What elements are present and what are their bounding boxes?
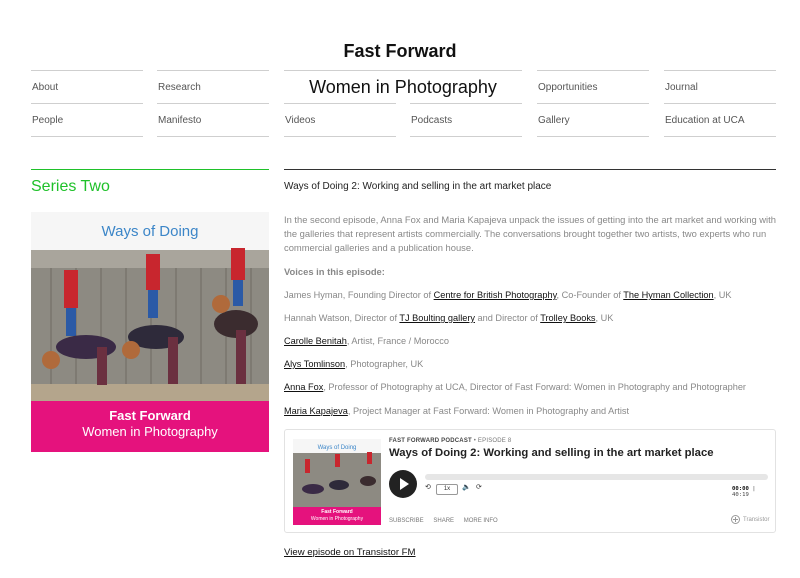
link-tj-boulting[interactable]: TJ Boulting gallery bbox=[399, 313, 475, 323]
voice-item: Carolle Benitah, Artist, France / Morocc… bbox=[284, 336, 449, 346]
podcast-name: FAST FORWARD PODCAST bbox=[389, 438, 472, 444]
nav-opportunities[interactable]: Opportunities bbox=[537, 70, 649, 104]
series-divider bbox=[31, 169, 269, 170]
nav-journal[interactable]: Journal bbox=[664, 70, 776, 104]
speed-button[interactable]: 1x bbox=[436, 484, 458, 495]
progress-bar[interactable] bbox=[425, 474, 768, 480]
play-button[interactable] bbox=[389, 470, 417, 498]
voice-text: , Professor of Photography at UCA, Direc… bbox=[323, 382, 746, 392]
link-trolley-books[interactable]: Trolley Books bbox=[540, 313, 595, 323]
series-cover-image: Ways of Doing Fast Forward Women in Phot… bbox=[31, 212, 269, 452]
player-episode-title: Ways of Doing 2: Working and selling in … bbox=[389, 447, 714, 459]
link-alys-tomlinson[interactable]: Alys Tomlinson bbox=[284, 359, 345, 369]
link-carolle-benitah[interactable]: Carolle Benitah bbox=[284, 336, 347, 346]
link-anna-fox[interactable]: Anna Fox bbox=[284, 382, 323, 392]
player-links: SUBSCRIBE SHARE MORE INFO bbox=[389, 518, 506, 524]
podcast-player: Ways of Doing Fast Forward Women in Phot… bbox=[284, 429, 776, 533]
nav-gallery[interactable]: Gallery bbox=[537, 103, 649, 137]
forward-icon[interactable]: ⟳ bbox=[476, 483, 482, 491]
cover-heading: Ways of Doing bbox=[102, 223, 199, 240]
transistor-logo-icon bbox=[731, 515, 740, 524]
voice-text: , Photographer, UK bbox=[345, 359, 424, 369]
volume-icon[interactable]: 🔈 bbox=[462, 483, 471, 491]
nav-education[interactable]: Education at UCA bbox=[664, 103, 776, 137]
episode-description: In the second episode, Anna Fox and Mari… bbox=[284, 214, 776, 254]
nav-podcasts[interactable]: Podcasts bbox=[410, 103, 522, 137]
time-total: 40:19 bbox=[732, 492, 749, 498]
cover-caption: Fast Forward Women in Photography bbox=[31, 401, 269, 452]
voice-text: , UK bbox=[713, 290, 732, 300]
thumb-heading: Ways of Doing bbox=[318, 445, 357, 451]
voice-text: , UK bbox=[595, 313, 614, 323]
link-centre-for-british-photography[interactable]: Centre for British Photography bbox=[434, 290, 557, 300]
episode-title: Ways of Doing 2: Working and selling in … bbox=[284, 181, 552, 192]
rewind-icon[interactable]: ⟲ bbox=[425, 483, 431, 491]
thumb-caption-subtitle: Women in Photography bbox=[310, 516, 364, 522]
nav-manifesto[interactable]: Manifesto bbox=[157, 103, 269, 137]
thumbnail-caption: Fast Forward Women in Photography bbox=[293, 507, 381, 525]
cover-caption-title: Fast Forward bbox=[109, 408, 191, 423]
nav-research[interactable]: Research bbox=[157, 70, 269, 104]
site-title[interactable]: Fast Forward bbox=[0, 41, 800, 62]
voice-item: Hannah Watson, Director of TJ Boulting g… bbox=[284, 313, 613, 323]
voice-item: Maria Kapajeva, Project Manager at Fast … bbox=[284, 406, 629, 416]
voice-item: Anna Fox, Professor of Photography at UC… bbox=[284, 382, 746, 392]
nav-people[interactable]: People bbox=[31, 103, 143, 137]
more-info-link[interactable]: MORE INFO bbox=[464, 518, 498, 524]
voice-text: , Co-Founder of bbox=[556, 290, 624, 300]
voice-item: Alys Tomlinson, Photographer, UK bbox=[284, 359, 423, 369]
time-display: 00:00 | 40:19 bbox=[732, 486, 756, 498]
player-thumbnail: Ways of Doing Fast Forward Women in Phot… bbox=[293, 439, 381, 525]
brand-name: Transistor bbox=[743, 516, 770, 523]
nav-about[interactable]: About bbox=[31, 70, 143, 104]
subscribe-link[interactable]: SUBSCRIBE bbox=[389, 518, 424, 524]
series-title: Series Two bbox=[31, 178, 110, 195]
link-hyman-collection[interactable]: The Hyman Collection bbox=[623, 290, 713, 300]
podcast-label: FAST FORWARD PODCAST • EPISODE 8 bbox=[389, 438, 511, 444]
voices-heading: Voices in this episode: bbox=[284, 266, 385, 277]
voice-text: , Project Manager at Fast Forward: Women… bbox=[347, 406, 630, 416]
voice-text: , Artist, France / Morocco bbox=[346, 336, 449, 346]
voice-item: James Hyman, Founding Director of Centre… bbox=[284, 290, 732, 300]
voice-text: Hannah Watson, Director of bbox=[284, 313, 400, 323]
site-subtitle[interactable]: Women in Photography bbox=[284, 70, 522, 104]
link-maria-kapajeva[interactable]: Maria Kapajeva bbox=[284, 406, 348, 416]
episode-number: • EPISODE 8 bbox=[471, 438, 512, 444]
cover-caption-subtitle: Women in Photography bbox=[82, 424, 218, 439]
view-episode-link[interactable]: View episode on Transistor FM bbox=[284, 547, 416, 558]
transistor-brand[interactable]: Transistor bbox=[731, 515, 769, 524]
voice-text: James Hyman, Founding Director of bbox=[284, 290, 434, 300]
nav-videos[interactable]: Videos bbox=[284, 103, 396, 137]
voice-text: and Director of bbox=[475, 313, 541, 323]
thumb-caption-title: Fast Forward bbox=[321, 509, 353, 515]
episode-divider bbox=[284, 169, 776, 170]
share-link[interactable]: SHARE bbox=[433, 518, 454, 524]
